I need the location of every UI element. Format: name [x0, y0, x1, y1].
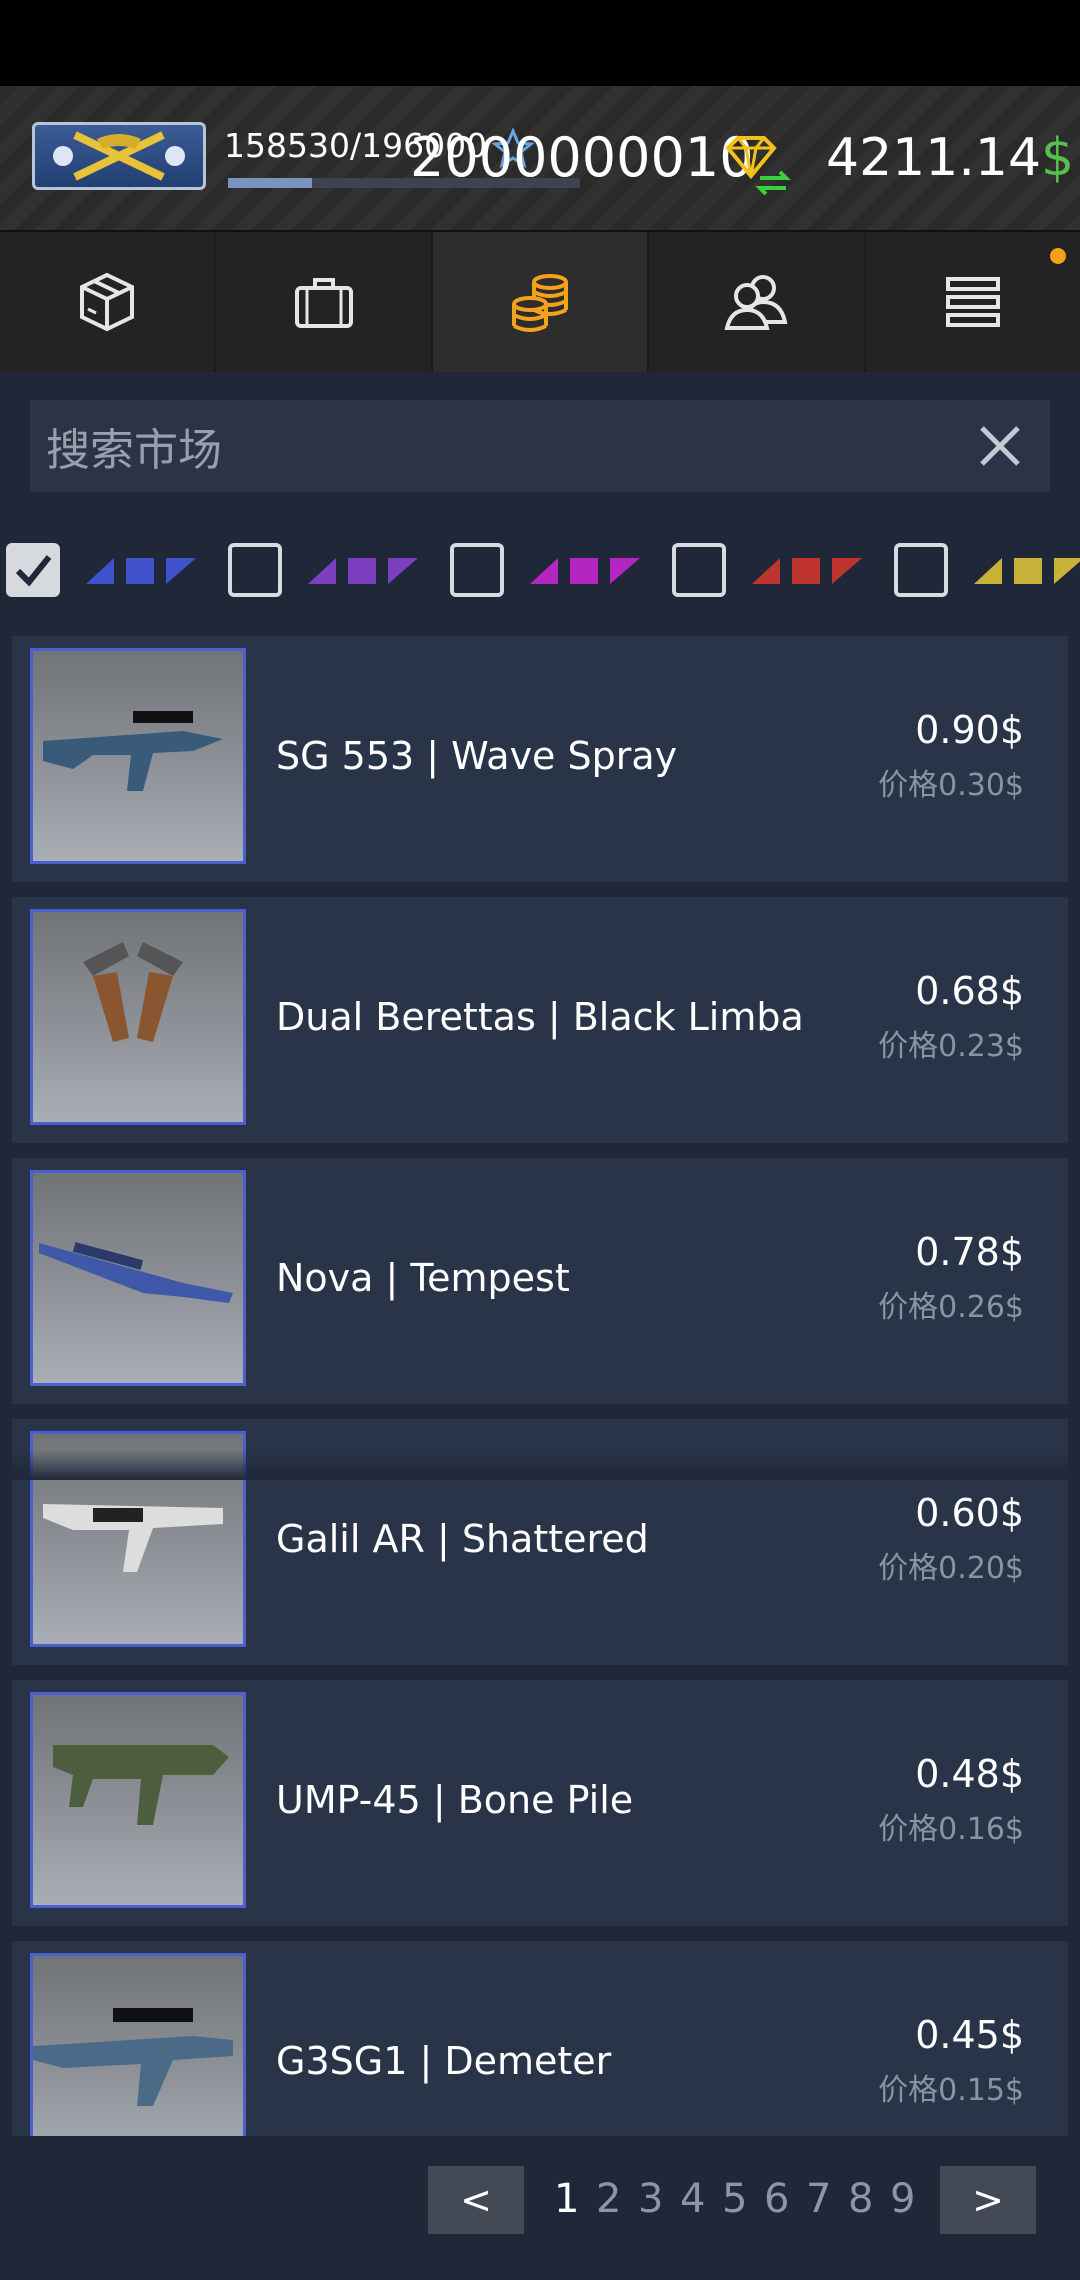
item-name: Nova | Tempest	[276, 1256, 570, 1300]
list-fade	[0, 1450, 1080, 1480]
page-number-1[interactable]: 1	[554, 2176, 579, 2222]
weapon-image	[39, 1242, 233, 1303]
menu-icon	[945, 277, 1000, 327]
page-number-8[interactable]: 8	[848, 2176, 873, 2222]
item-original-price: 价格0.15$	[878, 2073, 1024, 2108]
item-price: 0.45$	[915, 2013, 1024, 2057]
pagination: < > 123456789	[0, 2166, 1080, 2236]
item-name: UMP-45 | Bone Pile	[276, 1778, 634, 1822]
rarity-filter-checkbox[interactable]	[228, 543, 282, 597]
item-price: 0.60$	[915, 1491, 1024, 1535]
market-item-list[interactable]: SG 553 | Wave Spray 0.90$ 价格0.30$ Dual Bere…	[12, 636, 1068, 2136]
market-search-bar[interactable]: 搜索市场	[30, 400, 1050, 492]
coins-icon	[512, 274, 569, 332]
prev-page-button[interactable]: <	[428, 2166, 524, 2234]
rarity-filter-row	[0, 536, 1080, 606]
tab-friends[interactable]	[649, 232, 866, 372]
rarity-color-swatch	[86, 558, 196, 584]
rarity-filter-checkbox[interactable]	[894, 543, 948, 597]
market-item-row[interactable]: SG 553 | Wave Spray 0.90$ 价格0.30$	[12, 636, 1068, 882]
item-thumbnail[interactable]	[30, 1953, 246, 2136]
item-original-price: 价格0.30$	[878, 768, 1024, 803]
item-thumbnail[interactable]	[30, 1692, 246, 1908]
money-currency: $	[1041, 128, 1075, 188]
rank-badge-icon[interactable]	[32, 122, 206, 190]
rarity-color-swatch	[974, 558, 1080, 584]
briefcase-icon	[294, 278, 353, 328]
main-nav	[0, 232, 1080, 372]
gem-balance: 2000000010	[410, 126, 754, 189]
tab-menu[interactable]	[866, 232, 1080, 372]
item-price: 0.78$	[915, 1230, 1024, 1274]
money-balance: 4211.14$	[826, 128, 1074, 188]
users-icon	[724, 275, 788, 330]
rarity-color-swatch	[530, 558, 640, 584]
status-bar	[0, 0, 1080, 86]
page-number-7[interactable]: 7	[806, 2176, 831, 2222]
diamond-exchange-icon[interactable]	[720, 134, 792, 196]
item-name: G3SG1 | Demeter	[276, 2039, 612, 2083]
weapon-image	[33, 2008, 233, 2106]
page-number-9[interactable]: 9	[890, 2176, 915, 2222]
item-original-price: 价格0.26$	[878, 1290, 1024, 1325]
item-original-price: 价格0.16$	[878, 1812, 1024, 1847]
item-price: 0.68$	[915, 969, 1024, 1013]
rarity-filter-checkbox[interactable]	[6, 543, 60, 597]
market-item-row[interactable]: Dual Berettas | Black Limba 0.68$ 价格0.23$	[12, 897, 1068, 1143]
item-original-price: 价格0.23$	[878, 1029, 1024, 1064]
search-input[interactable]: 搜索市场	[46, 414, 222, 478]
box-icon	[80, 272, 135, 332]
page-number-6[interactable]: 6	[764, 2176, 789, 2222]
page-number-2[interactable]: 2	[596, 2176, 621, 2222]
tab-cases[interactable]	[0, 232, 217, 372]
market-item-row[interactable]: Nova | Tempest 0.78$ 价格0.26$	[12, 1158, 1068, 1404]
weapon-image	[43, 711, 223, 791]
weapon-image	[83, 942, 183, 1042]
xp-progress-fill	[228, 178, 313, 188]
notification-dot	[1050, 248, 1067, 264]
rarity-color-swatch	[752, 558, 862, 584]
page-number-3[interactable]: 3	[638, 2176, 663, 2222]
rarity-color-swatch	[308, 558, 418, 584]
item-thumbnail[interactable]	[30, 648, 246, 864]
money-amount: 4211.14	[826, 128, 1042, 188]
item-price: 0.90$	[915, 708, 1024, 752]
close-icon[interactable]	[978, 424, 1022, 468]
top-bar: 158530/196000 2000000010 4211.14$	[0, 86, 1080, 232]
tab-inventory[interactable]	[216, 232, 433, 372]
page-number-5[interactable]: 5	[722, 2176, 747, 2222]
market-item-row[interactable]: G3SG1 | Demeter 0.45$ 价格0.15$	[12, 1941, 1068, 2136]
tab-market[interactable]	[432, 232, 650, 372]
check-icon	[15, 555, 52, 587]
item-name: SG 553 | Wave Spray	[276, 734, 678, 778]
rarity-filter-checkbox[interactable]	[450, 543, 504, 597]
item-thumbnail[interactable]	[30, 909, 246, 1125]
item-price: 0.48$	[915, 1752, 1024, 1796]
weapon-image	[53, 1745, 229, 1825]
item-name: Galil AR | Shattered	[276, 1517, 649, 1561]
item-name: Dual Berettas | Black Limba	[276, 995, 804, 1039]
rarity-filter-checkbox[interactable]	[672, 543, 726, 597]
item-original-price: 价格0.20$	[878, 1551, 1024, 1586]
item-thumbnail[interactable]	[30, 1170, 246, 1386]
market-item-row[interactable]: UMP-45 | Bone Pile 0.48$ 价格0.16$	[12, 1680, 1068, 1926]
next-page-button[interactable]: >	[940, 2166, 1036, 2234]
page-number-4[interactable]: 4	[680, 2176, 705, 2222]
